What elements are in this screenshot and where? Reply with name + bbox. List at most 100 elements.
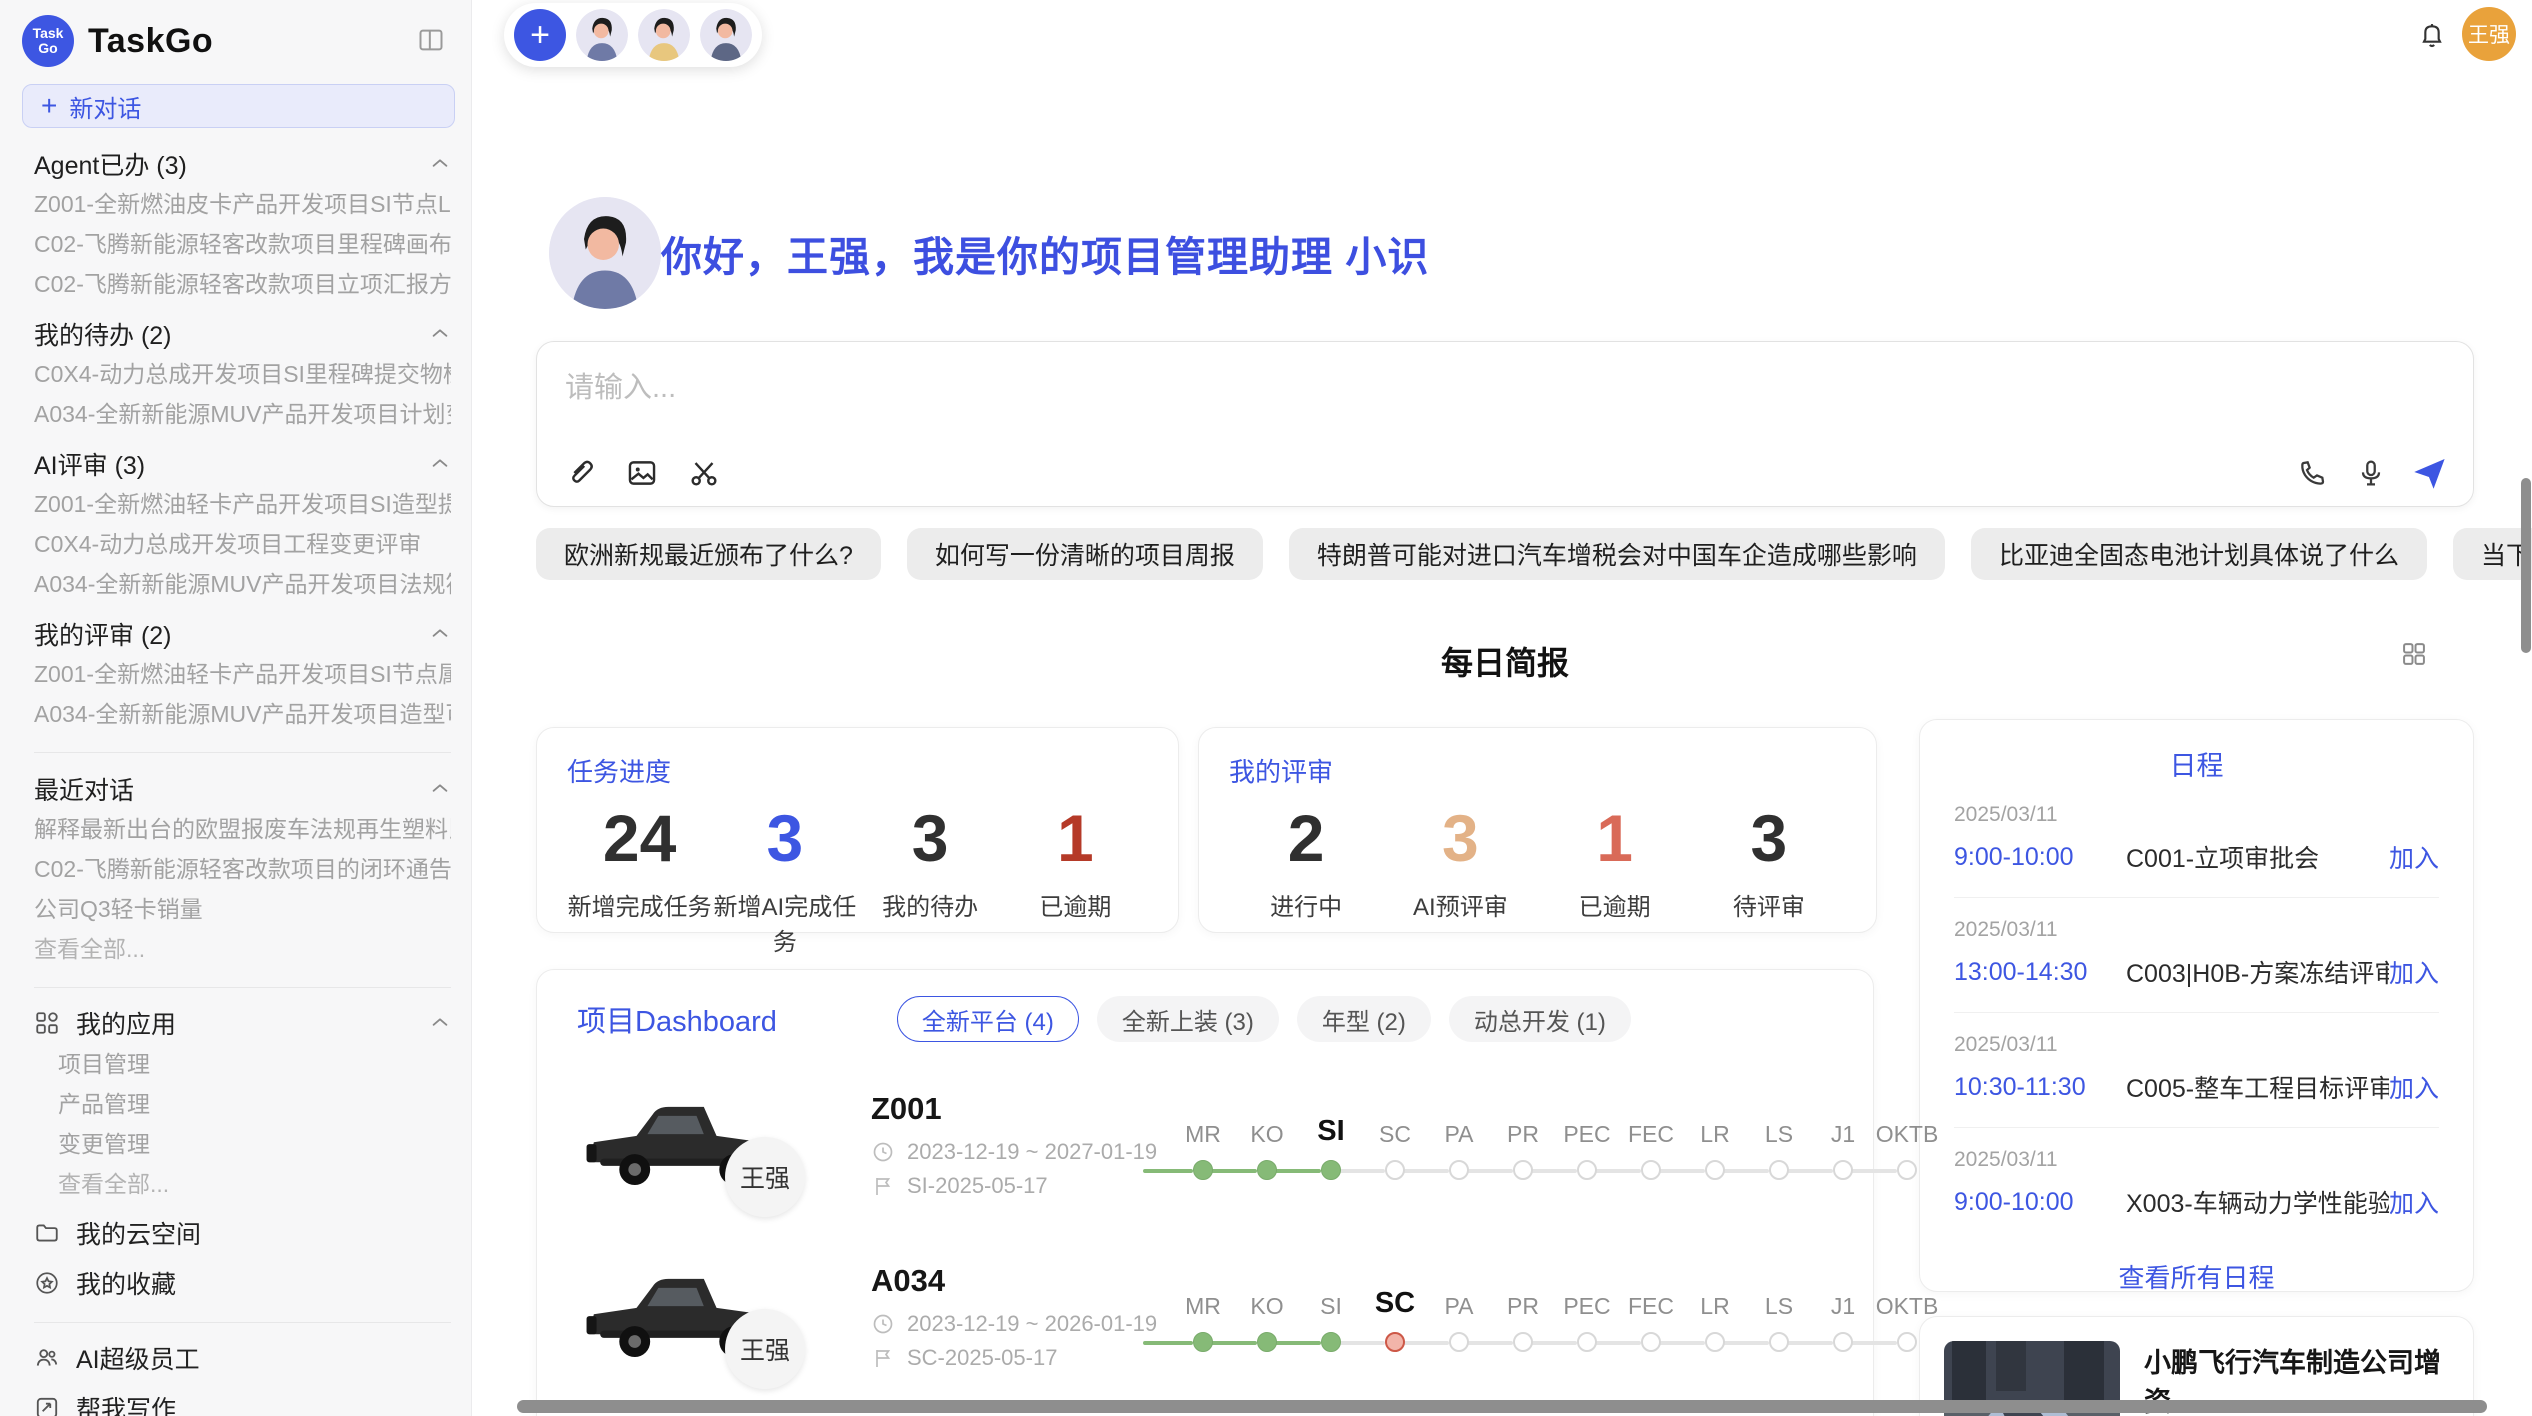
suggestion-chip[interactable]: 比亚迪全固态电池计划具体说了什么: [1971, 528, 2427, 580]
mic-icon[interactable]: [2355, 457, 2387, 489]
user-avatar[interactable]: 王强: [2462, 7, 2516, 61]
milestone-connector: [1143, 1341, 1193, 1345]
project-row[interactable]: 王强 Z001 2023-12-19 ~ 2027-01-19: [577, 1076, 1833, 1214]
task-progress-card: 任务进度 24 新增完成任务 3 新增AI完成任务 3 我的待办: [536, 727, 1179, 933]
clock-icon: [871, 1312, 895, 1336]
favorites-label: 我的收藏: [76, 1265, 176, 1301]
scissors-icon[interactable]: [687, 456, 721, 490]
schedule-event-title: C003|H0B-方案冻结评审: [2126, 954, 2389, 990]
sidebar-section-header[interactable]: AI评审 (3): [34, 450, 451, 478]
view-all-schedule-link[interactable]: 查看所有日程: [1954, 1258, 2439, 1295]
recent-conversation-item[interactable]: C02-飞腾新能源轻客改款项目的闭环通告反馈情况: [34, 855, 451, 883]
milestone-dot: [1193, 1160, 1213, 1180]
teammate-avatar[interactable]: [576, 9, 628, 61]
stat-value: 3: [858, 803, 1003, 873]
sidebar-item[interactable]: C02-飞腾新能源轻客改款项目里程碑画布: [34, 230, 451, 258]
chevron-up-icon[interactable]: [429, 153, 451, 175]
dashboard-tab[interactable]: 全新上装 (3): [1097, 996, 1279, 1042]
add-contact-button[interactable]: +: [514, 9, 566, 61]
schedule-date: 2025/03/11: [1954, 1148, 2439, 1172]
paperclip-icon[interactable]: [563, 456, 597, 490]
project-date-range: 2023-12-19 ~ 2027-01-19: [907, 1139, 1157, 1165]
join-link[interactable]: 加入: [2389, 839, 2439, 875]
sidebar-item-cloud-space[interactable]: 我的云空间: [34, 1218, 451, 1248]
vertical-scrollbar[interactable]: [2521, 478, 2531, 653]
send-icon[interactable]: [2413, 456, 2447, 490]
milestone-label: PR: [1507, 1108, 1539, 1148]
composer-left-icons: [563, 456, 721, 490]
project-milestone-tag: SC-2025-05-17: [907, 1345, 1057, 1371]
teammate-avatar[interactable]: [700, 9, 752, 61]
sidebar-section-header[interactable]: Agent已办 (3): [34, 150, 451, 178]
recent-conversation-item[interactable]: 公司Q3轻卡销量: [34, 895, 451, 923]
suggestion-chip[interactable]: 特朗普可能对进口汽车增税会对中国车企造成哪些影响: [1289, 528, 1945, 580]
sidebar-item[interactable]: Z001-全新燃油皮卡产品开发项目SI节点Lesson Learn报告: [34, 190, 451, 218]
sidebar-item[interactable]: A034-全新新能源MUV产品开发项目计划变更表编写: [34, 400, 451, 428]
sidebar-item[interactable]: C02-飞腾新能源轻客改款项目立项汇报方案: [34, 270, 451, 298]
sidebar-item[interactable]: C0X4-动力总成开发项目工程变更评审: [34, 530, 451, 558]
collapse-sidebar-icon[interactable]: [417, 26, 445, 59]
sidebar-section-items: C0X4-动力总成开发项目SI里程碑提交物检查 A034-全新新能源MUV产品开…: [34, 360, 451, 428]
app-item[interactable]: 产品管理: [58, 1090, 451, 1118]
sidebar-item[interactable]: Z001-全新燃油轻卡产品开发项目SI节点属性5D文件评审: [34, 660, 451, 688]
milestone-connector: [1527, 1341, 1577, 1345]
apps-view-all[interactable]: 查看全部...: [58, 1170, 451, 1198]
chevron-up-icon[interactable]: [429, 1012, 451, 1034]
app-item[interactable]: 项目管理: [58, 1050, 451, 1078]
sidebar-item-my-apps[interactable]: 我的应用: [34, 1008, 451, 1038]
sidebar-item[interactable]: A034-全新新能源MUV产品开发项目法规符合性评审: [34, 570, 451, 598]
milestone-dot: [1641, 1160, 1661, 1180]
phone-icon[interactable]: [2297, 457, 2329, 489]
chevron-up-icon[interactable]: [429, 778, 451, 800]
chevron-up-icon[interactable]: [429, 453, 451, 475]
stat-label: 进行中: [1229, 887, 1383, 922]
sidebar-section-header[interactable]: 我的待办 (2): [34, 320, 451, 348]
clock-icon: [871, 1140, 895, 1164]
recent-view-all[interactable]: 查看全部...: [34, 935, 451, 963]
sidebar-section-header[interactable]: 我的评审 (2): [34, 620, 451, 648]
milestone-label: SI: [1317, 1108, 1344, 1148]
image-icon[interactable]: [625, 456, 659, 490]
join-link[interactable]: 加入: [2389, 1069, 2439, 1105]
dashboard-tab[interactable]: 动总开发 (1): [1449, 996, 1631, 1042]
message-input[interactable]: [563, 362, 2447, 424]
join-link[interactable]: 加入: [2389, 954, 2439, 990]
milestone-dot: [1321, 1332, 1341, 1352]
schedule-event-title: C001-立项审批会: [2126, 839, 2389, 875]
sidebar-section-header-recent[interactable]: 最近对话: [34, 775, 451, 803]
milestone-dot: [1705, 1332, 1725, 1352]
recent-conversation-item[interactable]: 解释最新出台的欧盟报废车法规再生塑料比例被调至15%...: [34, 815, 451, 843]
milestone-dot: [1449, 1160, 1469, 1180]
sidebar-section-title: 我的待办 (2): [34, 316, 172, 352]
project-row[interactable]: 王强 A034 2023-12-19 ~ 2026-01-19: [577, 1248, 1833, 1386]
teammate-avatar[interactable]: [638, 9, 690, 61]
dashboard-tab[interactable]: 年型 (2): [1297, 996, 1431, 1042]
dashboard-tabs: 全新平台 (4) 全新上装 (3) 年型 (2) 动总开发 (1): [897, 996, 1631, 1042]
sidebar-item[interactable]: C0X4-动力总成开发项目SI里程碑提交物检查: [34, 360, 451, 388]
milestone-dot: [1385, 1332, 1405, 1352]
app-item[interactable]: 变更管理: [58, 1130, 451, 1158]
sidebar-item-favorites[interactable]: 我的收藏: [34, 1268, 451, 1298]
sidebar-item[interactable]: A034-全新新能源MUV产品开发项目造型可行性评审: [34, 700, 451, 728]
stat-value: 3: [712, 803, 857, 873]
horizontal-scrollbar[interactable]: [517, 1400, 2487, 1413]
suggestion-chip[interactable]: 欧洲新规最近颁布了什么?: [536, 528, 881, 580]
new-chat-button[interactable]: + 新对话: [22, 84, 455, 128]
join-link[interactable]: 加入: [2389, 1184, 2439, 1220]
chevron-up-icon[interactable]: [429, 623, 451, 645]
dashboard-tab[interactable]: 全新平台 (4): [897, 996, 1079, 1042]
stat-label: 新增AI完成任务: [712, 887, 857, 957]
grid-icon[interactable]: [2400, 640, 2428, 673]
write-icon: [34, 1395, 60, 1416]
people-icon: [34, 1345, 60, 1371]
project-date-range: 2023-12-19 ~ 2026-01-19: [907, 1311, 1157, 1337]
schedule-item: 2025/03/11 9:00-10:00 X003-车辆动力学性能验... 加…: [1954, 1128, 2439, 1242]
chevron-up-icon[interactable]: [429, 323, 451, 345]
bell-icon[interactable]: [2416, 19, 2448, 56]
milestone-dot: [1769, 1160, 1789, 1180]
sidebar-item-ai-employee[interactable]: AI超级员工: [34, 1343, 451, 1373]
stat-label: 已逾期: [1538, 887, 1692, 922]
suggestion-chip[interactable]: 如何写一份清晰的项目周报: [907, 528, 1263, 580]
sidebar-item-help-write[interactable]: 帮我写作: [34, 1393, 451, 1416]
sidebar-item[interactable]: Z001-全新燃油轻卡产品开发项目SI造型提交物评审: [34, 490, 451, 518]
